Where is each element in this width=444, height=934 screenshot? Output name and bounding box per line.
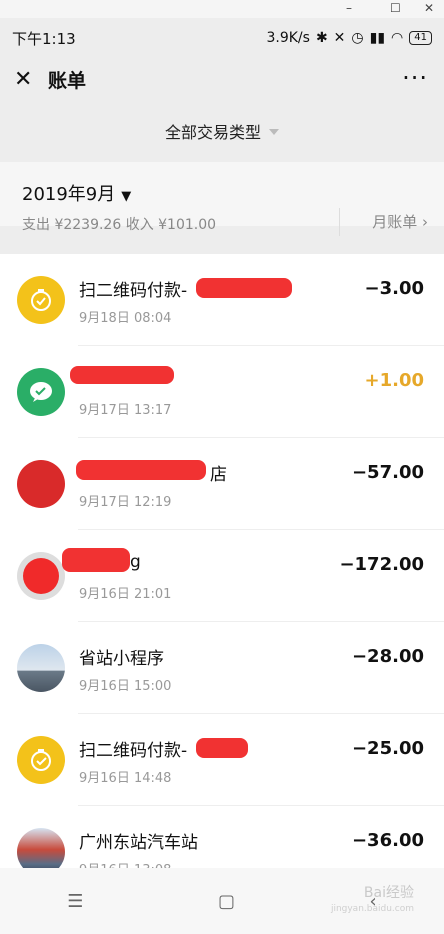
monthly-bill-link[interactable]: 月账单 › <box>372 211 428 232</box>
transaction-name: 扫二维码付款- <box>79 741 188 761</box>
transaction-name: g <box>130 552 141 572</box>
redaction-mark <box>62 548 130 572</box>
alarm-icon: ◷ <box>351 30 364 46</box>
transaction-date: 9月17日 12:19 <box>79 495 172 510</box>
maximize-icon[interactable]: ☐ <box>390 1 401 15</box>
transaction-list: 扫二维码付款- 9月18日 08:04 −3.00 9月17日 13:17 +1… <box>0 254 444 868</box>
chevron-down-icon: ▼ <box>121 189 132 204</box>
list-item[interactable]: 扫二维码付款- 9月16日 14:48 −25.00 <box>0 714 444 806</box>
network-speed: 3.9K/s <box>266 30 310 46</box>
minimize-icon[interactable]: – <box>346 1 352 15</box>
signal-icon: ▮▮ <box>369 30 386 46</box>
transaction-type-filter[interactable]: 全部交易类型 <box>0 100 444 162</box>
redaction-mark <box>76 460 206 480</box>
more-icon[interactable]: ··· <box>402 64 428 92</box>
status-bar: 下午1:13 3.9K/s ✱ ✕ ◷ ▮▮ ◠ 41 <box>0 18 444 58</box>
transaction-date: 9月16日 14:48 <box>79 771 172 786</box>
chevron-right-icon: › <box>422 213 428 231</box>
list-item[interactable]: 省站小程序 9月16日 15:00 −28.00 <box>0 622 444 714</box>
close-icon[interactable]: ✕ <box>14 67 44 92</box>
transaction-date: 9月16日 15:00 <box>79 679 172 694</box>
status-time: 下午1:13 <box>12 29 76 48</box>
page-title: 账单 <box>48 69 87 92</box>
divider <box>339 208 340 236</box>
list-item[interactable]: 广州东站汽车站 9月16日 13:08 −36.00 <box>0 806 444 868</box>
watermark-url: jingyan.baidu.com <box>330 904 414 914</box>
monthly-bill-label: 月账单 <box>372 213 418 231</box>
transaction-date: 9月16日 13:08 <box>79 859 171 868</box>
watermark: Bai经验 <box>363 885 414 901</box>
wifi-icon: ◠ <box>391 30 404 46</box>
redaction-mark <box>70 366 174 384</box>
redaction-mark <box>196 738 248 758</box>
payment-icon <box>17 736 65 784</box>
transaction-date: 9月16日 21:01 <box>79 587 172 602</box>
month-title: 2019年9月 <box>22 184 116 205</box>
month-summary: 支出 ¥2239.26 收入 ¥101.00 <box>22 217 217 233</box>
transaction-amount: −28.00 <box>351 646 424 667</box>
bluetooth-icon: ✱ <box>315 30 328 46</box>
payment-icon <box>17 276 65 324</box>
transaction-amount: −36.00 <box>351 830 424 851</box>
menu-icon[interactable]: ☰ <box>67 891 83 912</box>
merchant-avatar <box>17 552 65 600</box>
transaction-name: 省站小程序 <box>79 649 164 669</box>
transaction-amount: −172.00 <box>339 554 424 575</box>
list-item[interactable]: 扫二维码付款- 9月18日 08:04 −3.00 <box>0 254 444 346</box>
transaction-name: 广州东站汽车站 <box>79 833 198 853</box>
window-controls: – ☐ ✕ <box>0 0 444 18</box>
transaction-amount: −57.00 <box>351 462 424 483</box>
list-item[interactable]: 店 9月17日 12:19 −57.00 <box>0 438 444 530</box>
wechat-icon <box>17 368 65 416</box>
redaction-mark <box>196 278 292 298</box>
mute-icon: ✕ <box>333 30 346 46</box>
transaction-name: 扫二维码付款- <box>79 281 188 301</box>
transaction-amount: −3.00 <box>364 278 425 299</box>
close-window-icon[interactable]: ✕ <box>424 1 434 15</box>
station-avatar <box>17 644 65 692</box>
month-header: 2019年9月 ▼ 支出 ¥2239.26 收入 ¥101.00 月账单 › <box>0 162 444 236</box>
filter-label: 全部交易类型 <box>164 123 261 142</box>
home-icon[interactable]: ▢ <box>218 891 235 912</box>
title-bar: ✕ 账单 ··· <box>0 58 444 100</box>
list-item[interactable]: g 9月16日 21:01 −172.00 <box>0 530 444 622</box>
merchant-avatar <box>17 460 65 508</box>
month-selector[interactable]: 2019年9月 ▼ <box>22 180 131 206</box>
transaction-name: 店 <box>210 465 227 485</box>
transaction-amount: +1.00 <box>364 370 425 391</box>
transaction-date: 9月18日 08:04 <box>79 311 172 326</box>
redaction-mark <box>23 558 59 594</box>
list-item[interactable]: 9月17日 13:17 +1.00 <box>0 346 444 438</box>
transaction-date: 9月17日 13:17 <box>79 403 172 418</box>
battery-icon: 41 <box>409 31 432 45</box>
station-avatar <box>17 828 65 868</box>
transaction-amount: −25.00 <box>351 738 424 759</box>
dropdown-icon <box>269 129 279 135</box>
